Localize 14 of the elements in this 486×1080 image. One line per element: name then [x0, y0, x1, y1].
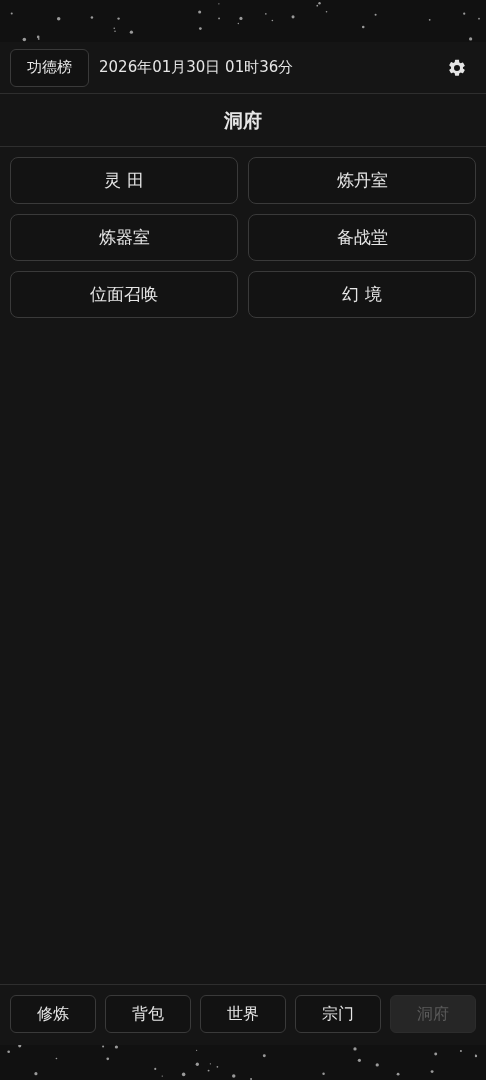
- nav-tab[interactable]: 宗门: [295, 995, 381, 1033]
- leaderboard-button[interactable]: 功德榜: [10, 48, 89, 87]
- room-button[interactable]: 位面召唤: [10, 271, 238, 318]
- datetime-text: 2026年01月30日 01时36分: [99, 57, 294, 79]
- room-button[interactable]: 备战堂: [248, 214, 476, 261]
- nav-tab[interactable]: 背包: [105, 995, 191, 1033]
- nav-tab[interactable]: 修炼: [10, 995, 96, 1033]
- room-button[interactable]: 炼器室: [10, 214, 238, 261]
- room-button[interactable]: 灵 田: [10, 157, 238, 204]
- page-title: 洞府: [224, 107, 262, 133]
- nav-tab[interactable]: 世界: [200, 995, 286, 1033]
- room-button[interactable]: 炼丹室: [248, 157, 476, 204]
- settings-icon[interactable]: [447, 57, 467, 78]
- room-button[interactable]: 幻 境: [248, 271, 476, 318]
